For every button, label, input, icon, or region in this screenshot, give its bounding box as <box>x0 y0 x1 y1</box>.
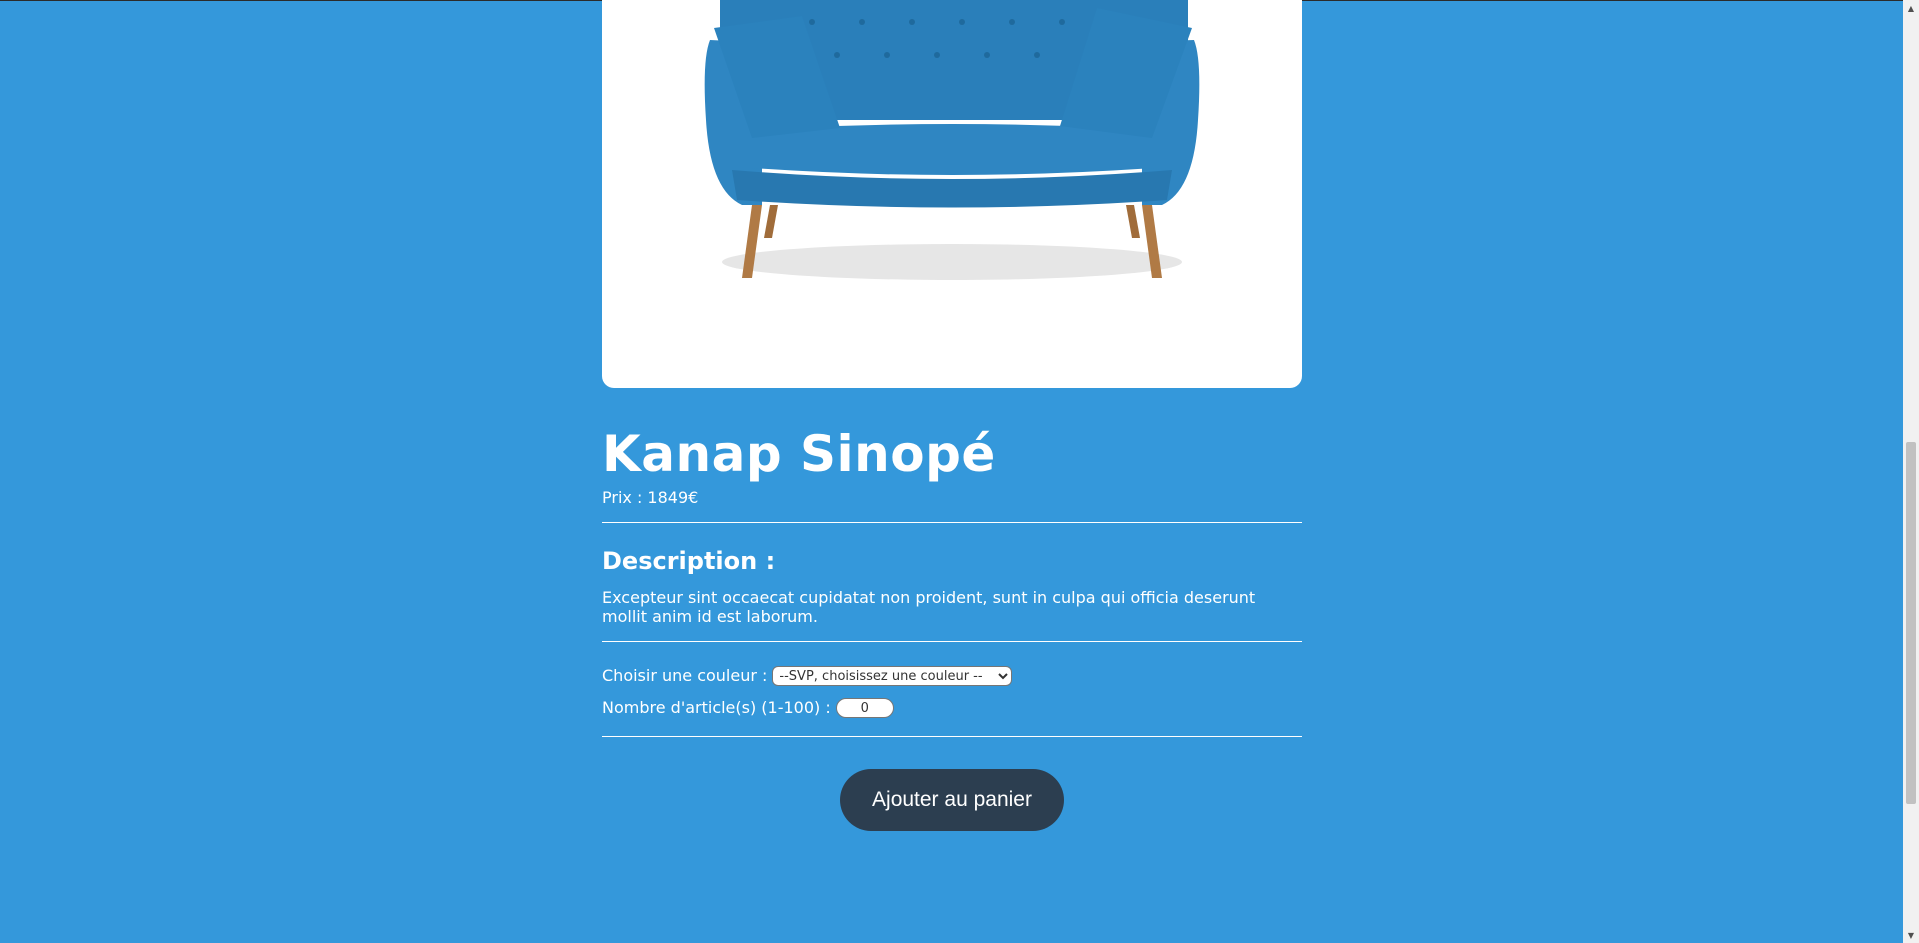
vertical-scrollbar[interactable]: ▲ ▼ <box>1903 0 1919 943</box>
scrollbar-thumb[interactable] <box>1906 442 1916 804</box>
color-row: Choisir une couleur : --SVP, choisissez … <box>602 666 1302 686</box>
arrow-down-icon[interactable]: ▼ <box>1903 927 1919 943</box>
price-label: Prix : <box>602 488 648 507</box>
product-section: Kanap Sinopé Prix : 1849€ Description : … <box>602 0 1302 831</box>
color-label: Choisir une couleur : <box>602 666 768 685</box>
quantity-input[interactable] <box>835 698 894 718</box>
arrow-up-icon[interactable]: ▲ <box>1903 0 1919 16</box>
add-to-cart-wrapper: Ajouter au panier <box>602 769 1302 831</box>
description-title: Description : <box>602 547 776 575</box>
price-value: 1849 <box>647 488 689 507</box>
divider <box>602 736 1302 737</box>
description-text: Excepteur sint occaecat cupidatat non pr… <box>602 588 1256 626</box>
divider <box>602 522 1302 523</box>
divider <box>602 641 1302 642</box>
color-select[interactable]: --SVP, choisissez une couleur -- <box>772 666 1013 686</box>
sofa-image <box>704 0 1200 280</box>
product-price: Prix : 1849€ <box>602 488 1302 508</box>
product-image <box>602 0 1302 388</box>
price-currency: € <box>688 488 699 507</box>
quantity-row: Nombre d'article(s) (1-100) : <box>602 698 1302 718</box>
product-title: Kanap Sinopé <box>602 425 996 483</box>
add-to-cart-button[interactable]: Ajouter au panier <box>840 769 1064 831</box>
quantity-label: Nombre d'article(s) (1-100) : <box>602 698 831 717</box>
